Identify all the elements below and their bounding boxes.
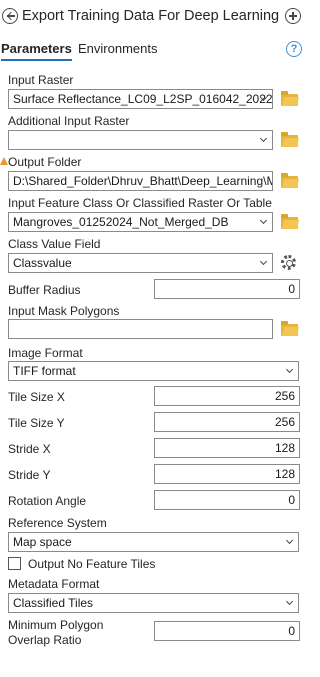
warning-icon <box>0 157 8 165</box>
stride-x-value: 128 <box>274 441 295 455</box>
image-format-value: TIFF format <box>13 364 76 378</box>
class-value-field-select[interactable]: Classvalue <box>8 253 273 273</box>
gear-icon[interactable] <box>281 255 296 270</box>
buffer-radius-label: Buffer Radius <box>8 283 81 297</box>
chevron-down-icon <box>259 216 268 225</box>
class-value-field-label: Class Value Field <box>8 237 101 251</box>
image-format-select[interactable]: TIFF format <box>8 361 299 381</box>
tile-size-x-input[interactable]: 256 <box>154 386 300 406</box>
metadata-format-select[interactable]: Classified Tiles <box>8 593 299 613</box>
input-feature-class-select[interactable]: Mangroves_01252024_Not_Merged_DB <box>8 212 273 232</box>
additional-input-raster-select[interactable] <box>8 130 273 150</box>
min-polygon-overlap-label-line2: Overlap Ratio <box>8 633 82 647</box>
chevron-down-icon <box>285 597 294 606</box>
output-folder-input[interactable]: D:\Shared_Folder\Dhruv_Bhatt\Deep_Learni… <box>8 171 273 191</box>
stride-y-input[interactable]: 128 <box>154 464 300 484</box>
rotation-angle-value: 0 <box>288 493 295 507</box>
buffer-radius-value: 0 <box>288 282 295 296</box>
stride-x-label: Stride X <box>8 442 51 456</box>
min-polygon-overlap-label-line1: Minimum Polygon <box>8 618 104 632</box>
tile-size-x-value: 256 <box>274 389 295 403</box>
additional-input-raster-label: Additional Input Raster <box>8 114 130 128</box>
input-mask-polygons-input[interactable] <box>8 319 273 339</box>
tab-environments[interactable]: Environments <box>78 41 157 56</box>
chevron-down-icon <box>259 134 268 143</box>
output-no-feature-tiles-checkbox[interactable] <box>8 557 21 570</box>
rotation-angle-label: Rotation Angle <box>8 494 87 508</box>
image-format-label: Image Format <box>8 346 83 360</box>
tab-bar: Parameters Environments ? <box>0 39 310 61</box>
chevron-down-icon <box>285 536 294 545</box>
reference-system-label: Reference System <box>8 516 107 530</box>
input-raster-label: Input Raster <box>8 73 74 87</box>
tile-size-x-label: Tile Size X <box>8 390 65 404</box>
output-folder-label: Output Folder <box>8 155 82 169</box>
folder-icon[interactable] <box>281 173 298 188</box>
folder-icon[interactable] <box>281 91 298 106</box>
input-raster-select[interactable]: Surface Reflectance_LC09_L2SP_016042_202… <box>8 89 273 109</box>
metadata-format-label: Metadata Format <box>8 577 100 591</box>
back-arrow-icon[interactable] <box>2 8 18 24</box>
folder-icon[interactable] <box>281 132 298 147</box>
input-mask-polygons-label: Input Mask Polygons <box>8 304 120 318</box>
chevron-down-icon <box>259 257 268 266</box>
reference-system-value: Map space <box>13 535 72 549</box>
reference-system-select[interactable]: Map space <box>8 532 299 552</box>
tool-header: Export Training Data For Deep Learning <box>0 0 310 34</box>
folder-icon[interactable] <box>281 321 298 336</box>
input-feature-class-value: Mangroves_01252024_Not_Merged_DB <box>13 215 229 229</box>
min-polygon-overlap-value: 0 <box>288 624 295 638</box>
output-folder-value: D:\Shared_Folder\Dhruv_Bhatt\Deep_Learni… <box>13 174 273 188</box>
output-no-feature-tiles-label: Output No Feature Tiles <box>28 557 156 571</box>
tile-size-y-label: Tile Size Y <box>8 416 65 430</box>
rotation-angle-input[interactable]: 0 <box>154 490 300 510</box>
folder-icon[interactable] <box>281 214 298 229</box>
help-icon[interactable]: ? <box>286 41 302 57</box>
class-value-field-value: Classvalue <box>13 256 72 270</box>
min-polygon-overlap-input[interactable]: 0 <box>154 621 300 641</box>
add-plus-icon[interactable] <box>285 8 301 24</box>
stride-y-value: 128 <box>274 467 295 481</box>
input-feature-class-label: Input Feature Class Or Classified Raster… <box>8 196 272 210</box>
buffer-radius-input[interactable]: 0 <box>154 279 300 299</box>
tab-parameters[interactable]: Parameters <box>1 41 72 61</box>
stride-x-input[interactable]: 128 <box>154 438 300 458</box>
input-raster-value: Surface Reflectance_LC09_L2SP_016042_202… <box>13 92 273 106</box>
stride-y-label: Stride Y <box>8 468 51 482</box>
tool-title: Export Training Data For Deep Learning <box>22 8 280 24</box>
tile-size-y-input[interactable]: 256 <box>154 412 300 432</box>
metadata-format-value: Classified Tiles <box>13 596 94 610</box>
chevron-down-icon <box>285 365 294 374</box>
tile-size-y-value: 256 <box>274 415 295 429</box>
